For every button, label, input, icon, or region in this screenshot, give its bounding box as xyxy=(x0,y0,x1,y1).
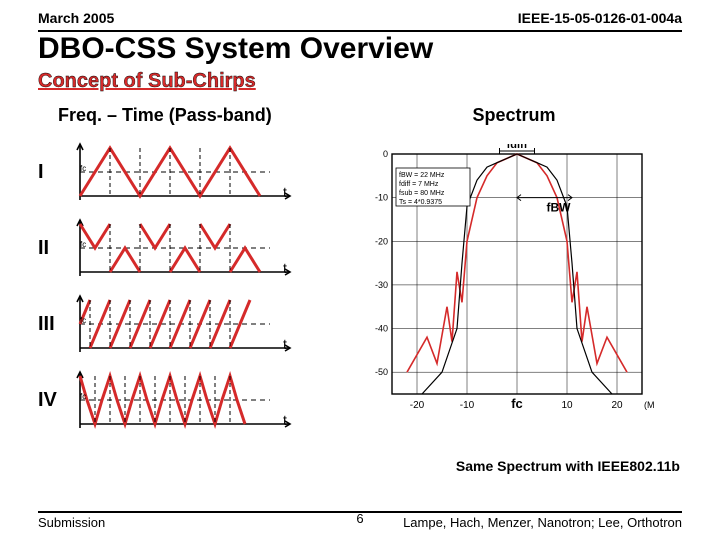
svg-text:fc: fc xyxy=(511,396,523,411)
chirp-plot-4 xyxy=(70,368,300,432)
svg-text:fBW = 22 MHz: fBW = 22 MHz xyxy=(399,172,445,179)
chirp-row-2: II fc t xyxy=(38,210,338,286)
fc-label-4: fc xyxy=(80,392,86,401)
fc-label-1: fc xyxy=(80,164,86,173)
slide-subtitle: Concept of Sub-Chirps xyxy=(0,66,720,93)
t-label-4: t xyxy=(283,412,287,428)
header-doc-id: IEEE-15-05-0126-01-004a xyxy=(518,10,682,26)
col-head-right: Spectrum xyxy=(358,105,700,126)
svg-text:-10: -10 xyxy=(375,193,388,203)
svg-text:fBW: fBW xyxy=(547,201,572,215)
svg-text:fsub = 80 MHz: fsub = 80 MHz xyxy=(399,190,445,197)
chirp-row-1: I fc t xyxy=(38,134,338,210)
svg-text:0: 0 xyxy=(383,149,388,159)
svg-text:-20: -20 xyxy=(375,236,388,246)
svg-text:-40: -40 xyxy=(375,324,388,334)
chirp-plot-2 xyxy=(70,216,300,280)
footer-rule xyxy=(38,511,682,513)
t-label-3: t xyxy=(283,336,287,352)
spectrum-panel: 0 -10 -20 -30 -40 -50 -20 -10 fc 10 20 (MHz) fdiff fB… xyxy=(338,134,700,452)
svg-text:(MHz): (MHz) xyxy=(644,400,654,410)
svg-text:-50: -50 xyxy=(375,367,388,377)
svg-text:20: 20 xyxy=(611,400,623,411)
slide-title: DBO-CSS System Overview xyxy=(0,32,720,66)
header-date: March 2005 xyxy=(38,10,114,26)
fc-label-3: fc xyxy=(80,316,86,325)
svg-text:-10: -10 xyxy=(460,400,475,411)
chirp-plot-1 xyxy=(70,140,300,204)
chirp-index-2: II xyxy=(38,237,70,260)
svg-text:fdiff = 7 MHz: fdiff = 7 MHz xyxy=(399,181,439,188)
chirp-plot-3 xyxy=(70,292,300,356)
chirp-index-3: III xyxy=(38,313,70,336)
column-headings: Freq. – Time (Pass-band) Spectrum xyxy=(0,93,720,126)
spectrum-caption: Same Spectrum with IEEE802.11b xyxy=(0,452,720,474)
svg-text:Ts = 4*0.9375: Ts = 4*0.9375 xyxy=(399,199,442,206)
fc-label-2: fc xyxy=(80,240,86,249)
svg-text:-20: -20 xyxy=(410,400,425,411)
chirp-index-1: I xyxy=(38,161,70,184)
footer-left: Submission xyxy=(38,515,105,530)
spectrum-plot: 0 -10 -20 -30 -40 -50 -20 -10 fc 10 20 (MHz) fdiff fB… xyxy=(364,144,654,424)
chirp-panel: I fc t II xyxy=(38,134,338,452)
chirp-index-4: IV xyxy=(38,389,70,412)
chirp-row-3: III fc t xyxy=(38,286,338,362)
svg-text:fdiff: fdiff xyxy=(507,144,528,151)
footer-right: Lampe, Hach, Menzer, Nanotron; Lee, Orth… xyxy=(403,515,682,530)
svg-text:10: 10 xyxy=(561,400,573,411)
svg-text:-30: -30 xyxy=(375,280,388,290)
slide-footer: Submission Lampe, Hach, Menzer, Nanotron… xyxy=(38,511,682,530)
body-area: I fc t II xyxy=(0,126,720,452)
t-label-1: t xyxy=(283,184,287,200)
t-label-2: t xyxy=(283,260,287,276)
slide-header: March 2005 IEEE-15-05-0126-01-004a xyxy=(0,0,720,28)
col-head-left: Freq. – Time (Pass-band) xyxy=(58,105,358,126)
chirp-row-4: IV fc t xyxy=(38,362,338,438)
